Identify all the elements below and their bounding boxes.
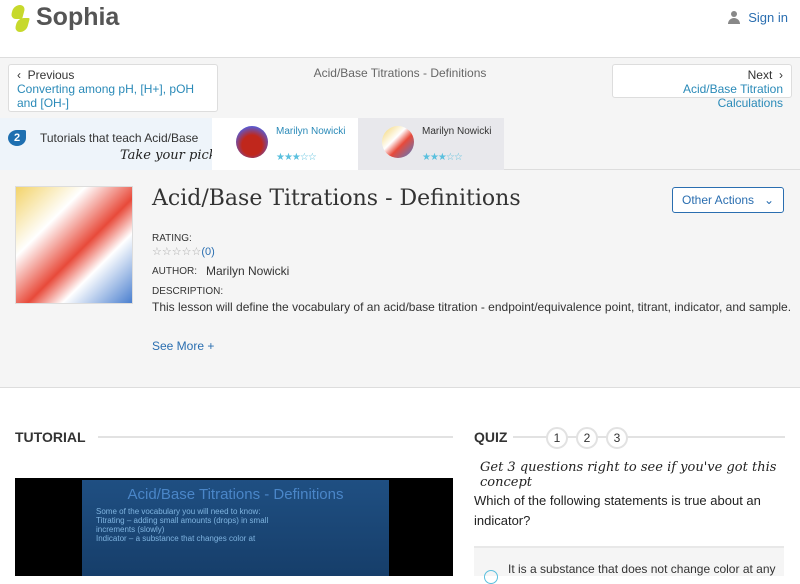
divider: [98, 436, 453, 438]
lesson-title: Acid/Base Titrations - Definitions: [152, 186, 521, 211]
take-your-pick: Take your pick:: [120, 148, 222, 163]
quiz-prompt: Get 3 questions right to see if you've g…: [480, 460, 777, 490]
quiz-step-2: 2: [576, 427, 598, 449]
lesson-thumbnail: [15, 186, 133, 304]
header: [0, 0, 800, 58]
star-rating: ★★★☆☆: [276, 152, 317, 163]
tutorial-thumbnail: [236, 126, 268, 158]
user-icon: [728, 11, 741, 24]
tutorial-thumbnail: [382, 126, 414, 158]
tutorial-heading: TUTORIAL: [15, 429, 94, 445]
sign-in-link[interactable]: Sign in: [728, 10, 788, 25]
quiz-option-1[interactable]: It is a substance that does not change c…: [474, 546, 784, 584]
current-title: Acid/Base Titrations - Definitions: [313, 66, 487, 80]
see-more-link[interactable]: See More +: [152, 339, 214, 353]
tutorial-count-badge: 2: [8, 130, 26, 146]
rating-label: RATING:: [152, 233, 192, 244]
chevron-left-icon: ‹: [17, 68, 28, 82]
radio-icon[interactable]: [484, 570, 498, 584]
author-label: AUTHOR:: [152, 266, 197, 277]
rating-stars[interactable]: ☆☆☆☆☆(0): [152, 245, 215, 258]
other-actions-button[interactable]: Other Actions ⌄: [672, 187, 784, 213]
logo-icon: [10, 5, 30, 31]
quiz-heading: QUIZ: [474, 429, 514, 445]
description-label: DESCRIPTION:: [152, 286, 224, 297]
sophia-logo[interactable]: Sophia: [10, 3, 119, 32]
chevron-right-icon: ›: [772, 68, 783, 82]
video-slide: Acid/Base Titrations - Definitions Some …: [82, 480, 389, 576]
author-name: Marilyn Nowicki: [206, 264, 290, 278]
star-rating: ★★★☆☆: [422, 152, 463, 163]
next-button[interactable]: Next › Acid/Base Titration Calculations: [612, 64, 792, 110]
chevron-down-icon: ⌄: [763, 193, 774, 207]
tutorial-card[interactable]: Marilyn Nowicki ★★★☆☆: [212, 118, 358, 170]
description-text: This lesson will define the vocabulary o…: [152, 300, 792, 314]
quiz-step-1: 1: [546, 427, 568, 449]
video-player[interactable]: Acid/Base Titrations - Definitions Some …: [15, 478, 453, 576]
tutorial-card-selected[interactable]: Marilyn Nowicki ★★★☆☆: [358, 118, 504, 170]
empty-stars-icon: ☆☆☆☆☆: [152, 246, 202, 258]
tutorials-label: Tutorials that teach Acid/Base T: [40, 131, 200, 145]
previous-button[interactable]: ‹ Previous Converting among pH, [H+], pO…: [8, 64, 218, 112]
quiz-step-3: 3: [606, 427, 628, 449]
quiz-question: Which of the following statements is tru…: [474, 493, 761, 528]
